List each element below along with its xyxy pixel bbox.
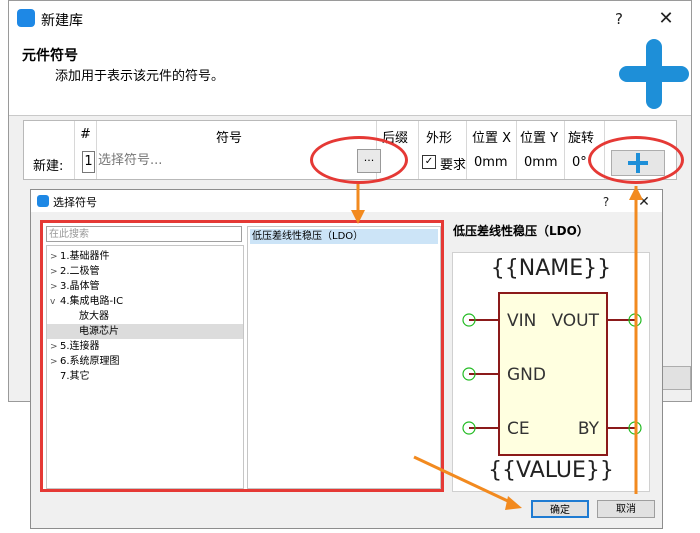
arrow-preview-to-ok: [413, 455, 513, 505]
annotation-arrows: [351, 184, 643, 510]
